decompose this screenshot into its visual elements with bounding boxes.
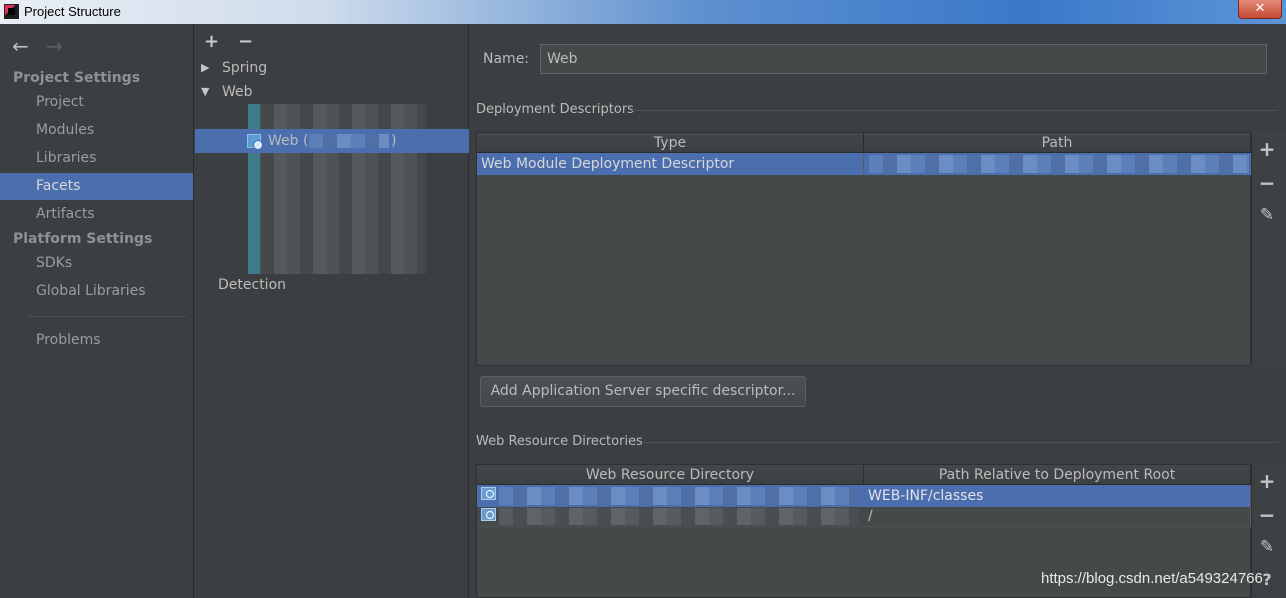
project-settings-header: Project Settings: [13, 70, 141, 86]
intellij-app-icon: [4, 4, 19, 19]
tree-node-detection[interactable]: Detection: [195, 273, 469, 297]
web-resource-folder-icon: [481, 487, 496, 500]
column-header-type[interactable]: Type: [477, 133, 864, 153]
add-descriptor-button[interactable]: +: [1256, 137, 1278, 161]
blurred-module-name: [309, 134, 389, 148]
tree-node-web-facet[interactable]: Web ( ): [195, 129, 469, 153]
name-label: Name:: [483, 51, 530, 67]
nav-item-sdks[interactable]: SDKs: [0, 250, 193, 277]
column-header-path[interactable]: Path: [864, 133, 1251, 153]
tree-node-label-end: ): [391, 133, 397, 149]
platform-settings-header: Platform Settings: [13, 231, 153, 247]
nav-item-project[interactable]: Project: [0, 89, 193, 116]
nav-item-libraries[interactable]: Libraries: [0, 145, 193, 172]
deployment-descriptors-title: Deployment Descriptors: [476, 102, 634, 117]
settings-navigation: ← → Project Settings Project Modules Lib…: [0, 24, 194, 598]
tree-node-web[interactable]: ▼ Web: [195, 80, 469, 104]
remove-resource-button[interactable]: −: [1256, 503, 1278, 527]
web-facet-icon: [247, 134, 263, 150]
watermark: https://blog.csdn.net/a549324766: [1041, 570, 1263, 587]
facet-editor: Name: Deployment Descriptors Type Path W…: [470, 24, 1286, 598]
window-title: Project Structure: [24, 4, 121, 19]
remove-descriptor-button[interactable]: −: [1256, 171, 1278, 195]
nav-item-global-libraries[interactable]: Global Libraries: [0, 278, 193, 305]
collapse-arrow-icon[interactable]: ▼: [201, 80, 209, 104]
remove-facet-button[interactable]: −: [238, 31, 253, 52]
column-header-relative-path[interactable]: Path Relative to Deployment Root: [864, 465, 1251, 485]
name-input[interactable]: [540, 44, 1267, 74]
nav-separator: [28, 316, 186, 317]
blurred-resource-directory: [499, 487, 859, 505]
tree-node-label: Detection: [218, 277, 287, 293]
web-resource-folder-icon: [481, 508, 496, 521]
group-divider: [642, 442, 1278, 443]
group-divider: [632, 110, 1278, 111]
tree-node-label: Web: [222, 84, 253, 100]
descriptor-type-cell[interactable]: Web Module Deployment Descriptor: [477, 153, 864, 175]
deployment-descriptors-table: Type Path Web Module Deployment Descript…: [476, 132, 1251, 366]
nav-item-facets[interactable]: Facets: [0, 173, 193, 200]
tree-node-label: Spring: [222, 60, 268, 76]
relative-path-cell[interactable]: /: [864, 505, 1251, 527]
edit-resource-pencil-icon[interactable]: ✎: [1256, 537, 1278, 557]
add-server-descriptor-button[interactable]: Add Application Server specific descript…: [480, 376, 806, 407]
add-resource-button[interactable]: +: [1256, 469, 1278, 493]
blurred-descriptor-path: [869, 155, 1249, 173]
nav-item-modules[interactable]: Modules: [0, 117, 193, 144]
web-resource-directories-title: Web Resource Directories: [476, 434, 643, 449]
window-titlebar: Project Structure ✕: [0, 0, 1286, 24]
add-facet-button[interactable]: +: [204, 31, 219, 52]
table-toolbar: [1251, 132, 1286, 366]
tree-node-spring[interactable]: ▶ Spring: [195, 56, 469, 80]
nav-item-artifacts[interactable]: Artifacts: [0, 201, 193, 228]
blurred-resource-directory: [499, 508, 859, 525]
back-arrow-icon[interactable]: ←: [12, 34, 29, 58]
edit-descriptor-pencil-icon[interactable]: ✎: [1256, 205, 1278, 225]
expand-arrow-icon[interactable]: ▶: [201, 56, 209, 80]
column-header-resource-directory[interactable]: Web Resource Directory: [477, 465, 864, 485]
relative-path-cell[interactable]: WEB-INF/classes: [864, 485, 1251, 507]
forward-arrow-icon[interactable]: →: [46, 34, 63, 58]
window-close-button[interactable]: ✕: [1238, 0, 1282, 19]
tree-node-label: Web (: [268, 133, 309, 149]
facet-tree-panel: + − ▶ Spring ▼ Web Web ( ) Detection: [195, 24, 469, 598]
nav-item-problems[interactable]: Problems: [0, 327, 193, 354]
